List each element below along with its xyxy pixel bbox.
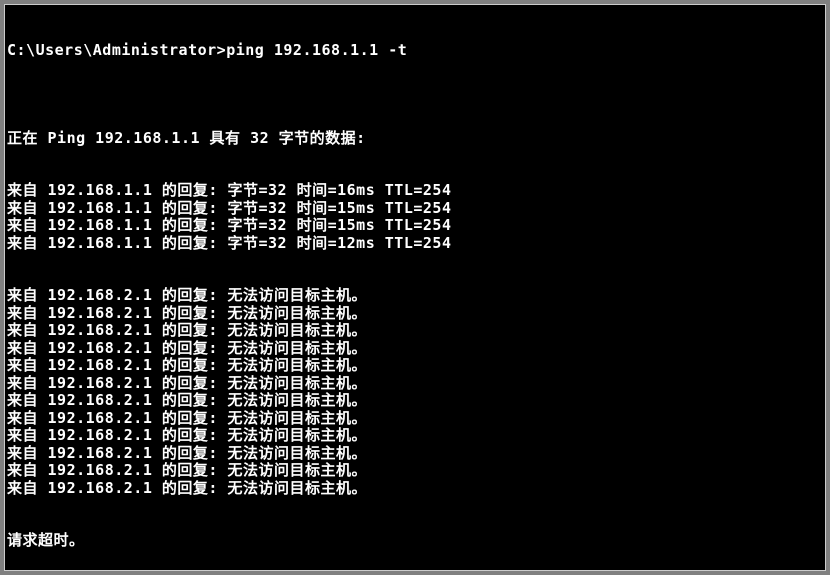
ping-unreachable-line: 来自 192.168.2.1 的回复: 无法访问目标主机。 — [7, 445, 823, 463]
ping-unreachable-line: 来自 192.168.2.1 的回复: 无法访问目标主机。 — [7, 410, 823, 428]
console-window[interactable]: C:\Users\Administrator>ping 192.168.1.1 … — [4, 4, 826, 571]
ping-unreachable-line: 来自 192.168.2.1 的回复: 无法访问目标主机。 — [7, 322, 823, 340]
ping-unreachable-line: 来自 192.168.2.1 的回复: 无法访问目标主机。 — [7, 340, 823, 358]
timeout-line: 请求超时。 — [7, 532, 823, 550]
ping-unreachable-line: 来自 192.168.2.1 的回复: 无法访问目标主机。 — [7, 392, 823, 410]
prompt-line: C:\Users\Administrator>ping 192.168.1.1 … — [7, 42, 823, 60]
ping-reply-line: 来自 192.168.1.1 的回复: 字节=32 时间=12ms TTL=25… — [7, 235, 823, 253]
ping-reply-line: 来自 192.168.1.1 的回复: 字节=32 时间=16ms TTL=25… — [7, 182, 823, 200]
ping-unreachable-line: 来自 192.168.2.1 的回复: 无法访问目标主机。 — [7, 480, 823, 498]
ping-reply-line: 来自 192.168.1.1 的回复: 字节=32 时间=15ms TTL=25… — [7, 200, 823, 218]
ping-unreachable-line: 来自 192.168.2.1 的回复: 无法访问目标主机。 — [7, 427, 823, 445]
ping-reply-line: 来自 192.168.1.1 的回复: 字节=32 时间=15ms TTL=25… — [7, 217, 823, 235]
reply-block-1: 来自 192.168.1.1 的回复: 字节=32 时间=16ms TTL=25… — [7, 182, 823, 252]
ping-unreachable-line: 来自 192.168.2.1 的回复: 无法访问目标主机。 — [7, 305, 823, 323]
unreachable-block: 来自 192.168.2.1 的回复: 无法访问目标主机。来自 192.168.… — [7, 287, 823, 497]
ping-unreachable-line: 来自 192.168.2.1 的回复: 无法访问目标主机。 — [7, 357, 823, 375]
ping-header: 正在 Ping 192.168.1.1 具有 32 字节的数据: — [7, 130, 823, 148]
ping-unreachable-line: 来自 192.168.2.1 的回复: 无法访问目标主机。 — [7, 287, 823, 305]
ping-unreachable-line: 来自 192.168.2.1 的回复: 无法访问目标主机。 — [7, 375, 823, 393]
ping-unreachable-line: 来自 192.168.2.1 的回复: 无法访问目标主机。 — [7, 462, 823, 480]
